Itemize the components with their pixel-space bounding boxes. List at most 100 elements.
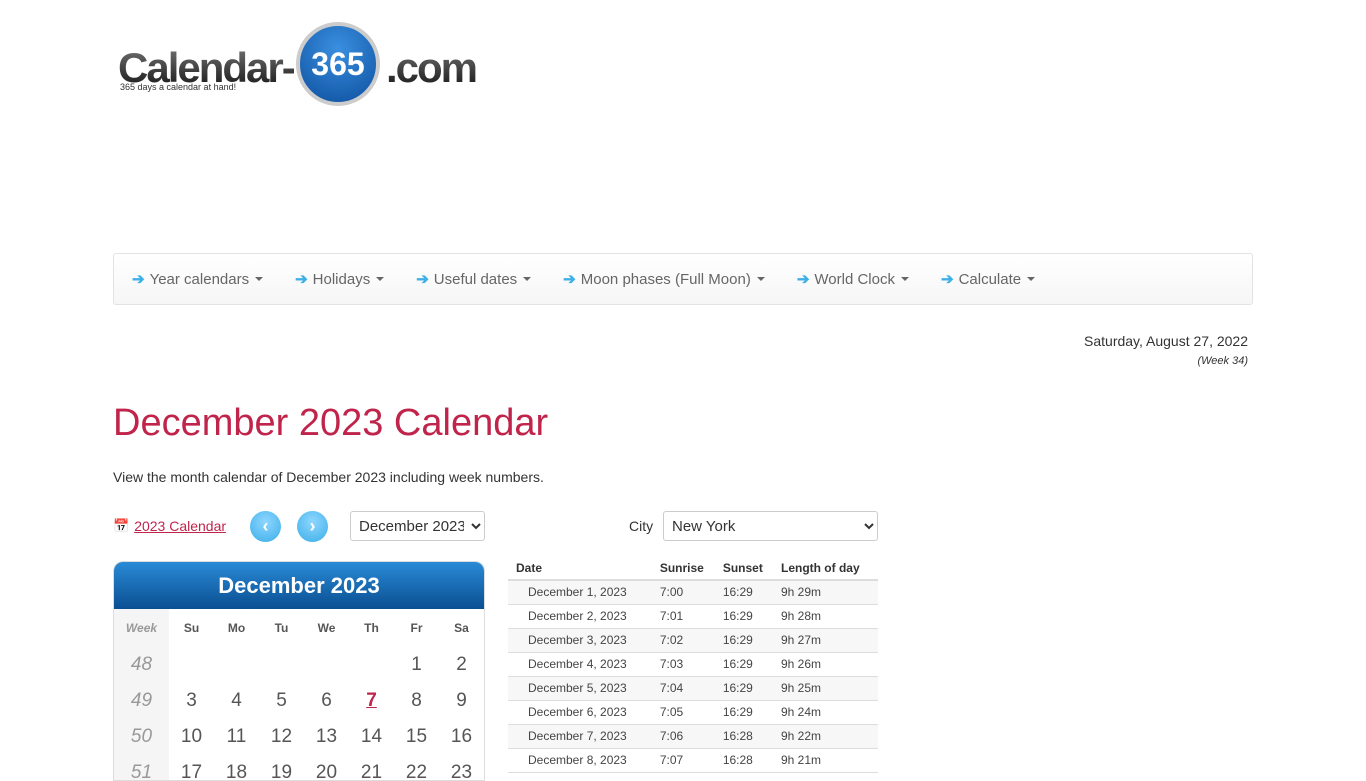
table-cell: 7:00 bbox=[651, 580, 715, 605]
caret-down-icon bbox=[900, 277, 909, 281]
day-cell[interactable]: 23 bbox=[439, 755, 484, 780]
table-cell: 9h 27m bbox=[772, 628, 878, 653]
nav-item[interactable]: ➔ Moon phases (Full Moon) bbox=[563, 270, 765, 288]
day-cell[interactable]: 17 bbox=[169, 755, 214, 780]
day-cell bbox=[259, 647, 304, 683]
sunrise-sunset-table: Date Sunrise Sunset Length of day December 1… bbox=[508, 556, 878, 773]
table-cell: December 3, 2023 bbox=[508, 628, 652, 653]
day-cell[interactable]: 4 bbox=[214, 683, 259, 719]
nav-item-label: Moon phases (Full Moon) bbox=[580, 270, 751, 288]
day-cell[interactable]: 9 bbox=[439, 683, 484, 719]
calendar-icon: 📅 bbox=[113, 518, 130, 533]
day-cell[interactable]: 13 bbox=[304, 719, 349, 755]
calendar-week-row: 51 17 18 19 20 21 22 23 bbox=[114, 755, 484, 780]
calendar-week-row: 48 1 2 bbox=[114, 647, 484, 683]
column-header: Date bbox=[508, 556, 652, 581]
day-cell[interactable]: 2 bbox=[439, 647, 484, 683]
site-logo[interactable]: Calendar- 365 .com 365 days a calendar a… bbox=[118, 22, 478, 112]
weekday-header: Tu bbox=[274, 621, 289, 635]
weekday-header: Th bbox=[364, 621, 379, 635]
day-cell[interactable]: 14 bbox=[349, 719, 394, 755]
table-cell: 16:29 bbox=[714, 628, 773, 653]
nav-item-label: Holidays bbox=[312, 270, 371, 288]
arrow-right-icon: ➔ bbox=[295, 271, 308, 288]
weekday-header: Sa bbox=[454, 621, 469, 635]
table-cell: 7:02 bbox=[651, 628, 715, 653]
table-row: December 8, 2023 7:07 16:28 9h 21m bbox=[508, 748, 878, 773]
prev-month-button[interactable]: ‹ bbox=[250, 511, 281, 542]
weekday-header: We bbox=[317, 621, 336, 635]
table-cell: 7:05 bbox=[651, 700, 715, 725]
calendar-week-row: 49 3 4 5 6 7 8 9 bbox=[114, 683, 484, 719]
day-cell[interactable]: 3 bbox=[169, 683, 214, 719]
month-select[interactable]: December 2023 bbox=[350, 511, 485, 541]
nav-item[interactable]: ➔ Year calendars bbox=[132, 270, 264, 288]
table-cell: 7:03 bbox=[651, 652, 715, 677]
table-cell: 9h 25m bbox=[772, 676, 878, 701]
day-cell bbox=[349, 647, 394, 683]
table-cell: 9h 21m bbox=[772, 748, 878, 773]
day-cell[interactable]: 15 bbox=[394, 719, 439, 755]
table-row: December 3, 2023 7:02 16:29 9h 27m bbox=[508, 628, 878, 653]
day-cell[interactable]: 6 bbox=[304, 683, 349, 719]
page-title: December 2023 Calendar bbox=[113, 402, 549, 444]
table-cell: 16:29 bbox=[714, 652, 773, 677]
month-calendar: December 2023 Week Su Mo Tu We Th Fr Sa 48 1 2 49 3 4… bbox=[113, 561, 485, 781]
table-cell: December 4, 2023 bbox=[508, 652, 652, 677]
day-cell[interactable]: 19 bbox=[259, 755, 304, 780]
day-cell[interactable]: 18 bbox=[214, 755, 259, 780]
page-description: View the month calendar of December 2023… bbox=[113, 469, 544, 485]
city-select[interactable]: New York bbox=[663, 511, 878, 541]
year-calendar-link[interactable]: 2023 Calendar bbox=[134, 518, 226, 534]
main-nav: ➔ Year calendars ➔ Holidays ➔ Useful dates ➔ Mo… bbox=[113, 253, 1253, 305]
nav-item[interactable]: ➔ Holidays bbox=[295, 270, 385, 288]
arrow-right-icon: ➔ bbox=[132, 271, 145, 288]
table-cell: 16:29 bbox=[714, 604, 773, 629]
arrow-right-icon: ➔ bbox=[796, 271, 810, 288]
caret-down-icon bbox=[523, 277, 532, 281]
day-cell bbox=[304, 647, 349, 683]
logo-tagline: 365 days a calendar at hand! bbox=[120, 82, 237, 92]
nav-item-label: World Clock bbox=[814, 270, 895, 288]
day-cell[interactable]: 5 bbox=[259, 683, 304, 719]
table-cell: December 8, 2023 bbox=[508, 748, 652, 773]
table-cell: 7:01 bbox=[651, 604, 715, 629]
day-cell[interactable]: 11 bbox=[214, 719, 259, 755]
week-number: 48 bbox=[114, 647, 169, 683]
table-cell: 16:29 bbox=[714, 700, 773, 725]
column-header: Sunrise bbox=[651, 556, 715, 581]
table-cell: 9h 29m bbox=[772, 580, 878, 605]
nav-item[interactable]: ➔ Calculate bbox=[940, 270, 1036, 288]
day-cell[interactable]: 16 bbox=[439, 719, 484, 755]
table-cell: 7:07 bbox=[651, 748, 715, 773]
day-cell[interactable]: 12 bbox=[259, 719, 304, 755]
table-cell: 7:06 bbox=[651, 724, 715, 749]
nav-item[interactable]: ➔ Useful dates bbox=[416, 270, 532, 288]
day-cell[interactable]: 7 bbox=[349, 683, 394, 719]
table-cell: 9h 24m bbox=[772, 700, 878, 725]
table-cell: December 6, 2023 bbox=[508, 700, 652, 725]
day-cell[interactable]: 10 bbox=[169, 719, 214, 755]
logo-text-right: .com bbox=[386, 44, 478, 91]
table-row: December 1, 2023 7:00 16:29 9h 29m bbox=[508, 580, 878, 605]
day-cell[interactable]: 22 bbox=[394, 755, 439, 780]
day-cell[interactable]: 8 bbox=[394, 683, 439, 719]
table-row: December 4, 2023 7:03 16:29 9h 26m bbox=[508, 652, 878, 677]
day-cell[interactable]: 21 bbox=[349, 755, 394, 780]
nav-item[interactable]: ➔ World Clock bbox=[797, 270, 909, 288]
weekday-header: Mo bbox=[227, 621, 246, 635]
table-cell: December 7, 2023 bbox=[508, 724, 652, 749]
week-header: Week bbox=[114, 609, 169, 647]
table-cell: 16:28 bbox=[714, 724, 773, 749]
day-cell[interactable]: 20 bbox=[304, 755, 349, 780]
next-month-button[interactable]: › bbox=[297, 511, 328, 542]
week-number: 49 bbox=[114, 683, 169, 719]
arrow-right-icon: ➔ bbox=[940, 271, 954, 288]
caret-down-icon bbox=[376, 277, 385, 281]
table-cell: 7:04 bbox=[651, 676, 715, 701]
table-cell: December 5, 2023 bbox=[508, 676, 652, 701]
table-row: December 2, 2023 7:01 16:29 9h 28m bbox=[508, 604, 878, 629]
table-cell: 9h 26m bbox=[772, 652, 878, 677]
table-cell: 16:28 bbox=[714, 748, 773, 773]
day-cell[interactable]: 1 bbox=[394, 647, 439, 683]
